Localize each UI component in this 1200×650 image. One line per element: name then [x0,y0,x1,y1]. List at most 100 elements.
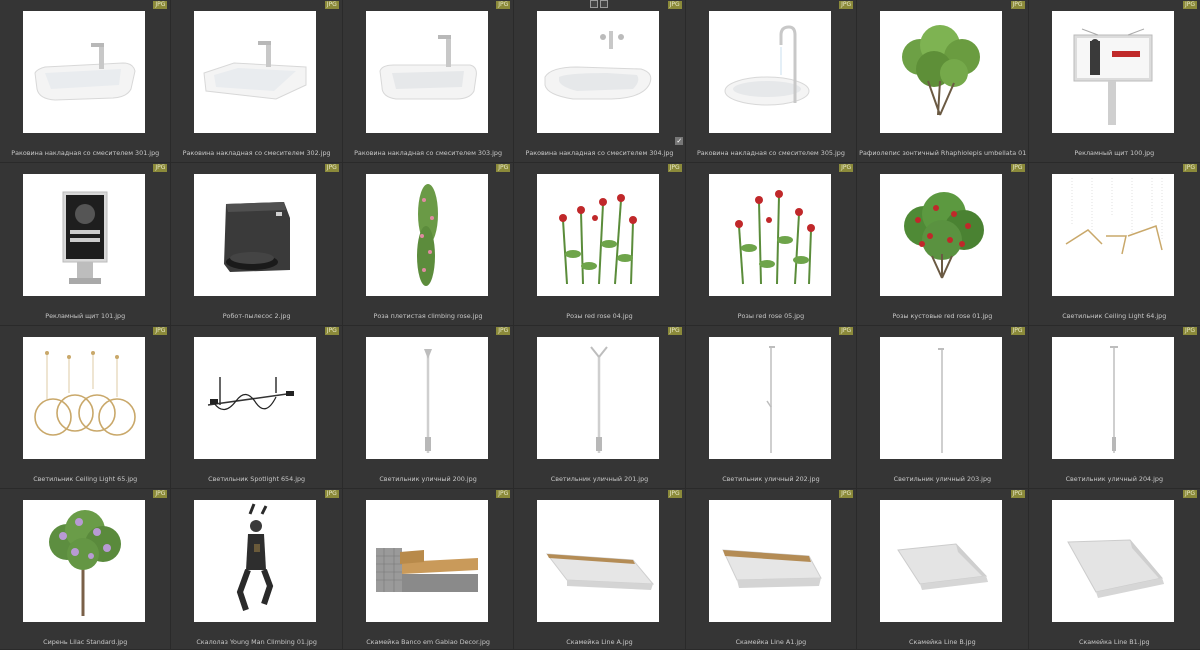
thumbnail-tile[interactable]: JPG Раковина накладная со смесителем 302… [171,0,343,163]
ceiling-light-icon[interactable] [1051,174,1174,296]
gabion-bench-icon[interactable] [365,500,488,622]
file-name: Светильник уличный 201.jpg [550,475,649,483]
bench-icon[interactable] [708,500,831,622]
file-name: Розы red rose 05.jpg [737,312,805,320]
jpg-badge: JPG [667,327,682,335]
street-light-icon[interactable] [708,337,831,459]
file-name: Скамейка Line B1.jpg [1078,638,1150,646]
stone-bench-icon[interactable] [1051,500,1174,622]
thumbnail-tile[interactable]: JPG Скамейка Line B.jpg [857,489,1029,650]
thumbnail-tile[interactable]: JPG Скалолаз Young Man Climbing 01.jpg [171,489,343,650]
thumbnail-tile[interactable]: JPG ✓ Раковина накладная со смесителем 3… [514,0,686,163]
thumbnail-tile[interactable]: JPG Светильник уличный 201.jpg [514,326,686,489]
street-light-icon[interactable] [1051,337,1174,459]
jpg-badge: JPG [496,164,511,172]
jpg-badge: JPG [667,490,682,498]
file-name: Робот-пылесос 2.jpg [222,312,291,320]
thumbnail-tile[interactable]: JPG Раковина накладная со смесителем 305… [685,0,858,163]
thumbnail-tile[interactable]: JPG Скамейка Line A1.jpg [685,489,858,650]
thumbnail-tile[interactable]: JPG Светильник уличный 200.jpg [342,326,515,489]
thumbnail-tile[interactable]: JPG Робот-пылесос 2.jpg [171,163,343,326]
jpg-badge: JPG [667,164,682,172]
jpg-badge: JPG [839,327,854,335]
street-light-icon[interactable] [880,337,1003,459]
frame-icon[interactable] [590,0,599,8]
thumbnail-tile[interactable]: JPG Светильник Ceiling Light 64.jpg [1028,163,1200,326]
jpg-badge: JPG [1182,490,1197,498]
thumbnail-tile[interactable]: JPG Розы [685,163,858,326]
spotlight-icon[interactable] [194,337,317,459]
jpg-badge: JPG [839,1,854,9]
sink-icon[interactable] [23,11,145,133]
street-light-icon[interactable] [537,337,660,459]
thumbnail-tile[interactable]: JPG Раковина накладная со смесителем 303… [342,0,515,163]
jpg-badge: JPG [1010,1,1025,9]
thumbnail-tile[interactable]: JPG Скамейка Line A.jpg [514,489,686,650]
jpg-badge: JPG [496,327,511,335]
jpg-badge: JPG [153,164,168,172]
thumbnail-tile[interactable]: JPG Светильник Ceiling Light 65.jpg [0,326,172,489]
sink-icon[interactable] [708,11,831,133]
thumbnail-tile[interactable]: JPG Рекламный щит 101.jpg [0,163,172,326]
jpg-badge: JPG [839,490,854,498]
thumbnail-tile[interactable]: JPG Розы [514,163,686,326]
jpg-badge: JPG [153,327,168,335]
file-name: Раковина накладная со смесителем 305.jpg [696,149,845,157]
jpg-badge: JPG [1010,490,1025,498]
jpg-badge: JPG [1182,164,1197,172]
file-name: Светильник Ceiling Light 65.jpg [33,475,138,483]
billboard-icon[interactable] [1051,11,1174,133]
jpg-badge: JPG [324,164,339,172]
street-light-icon[interactable] [365,337,488,459]
roses-icon[interactable] [708,174,831,296]
jpg-badge: JPG [153,1,168,9]
poster-stand-icon[interactable] [23,174,145,296]
jpg-badge: JPG [324,1,339,9]
ring-light-icon[interactable] [23,337,145,459]
bench-icon[interactable] [537,500,660,622]
lilac-tree-icon[interactable] [23,500,145,622]
thumbnail-tile[interactable]: JPG Рафиолепис зонтичный Rhaphiolepis um… [857,0,1029,163]
roses-icon[interactable] [537,174,660,296]
thumbnail-tile[interactable]: JPG Роза плетистая climbing rose.jpg [342,163,515,326]
sink-icon[interactable] [194,11,317,133]
jpg-badge: JPG [1010,327,1025,335]
thumbnail-tile[interactable]: JPG Сирень Lilac Standard.jpg [0,489,172,650]
robot-vacuum-icon[interactable] [194,174,317,296]
file-name: Рафиолепис зонтичный Rhaphiolepis umbell… [859,149,1026,157]
file-name: Светильник уличный 203.jpg [893,475,992,483]
jpg-badge: JPG [1182,327,1197,335]
selection-tools [590,0,609,8]
file-name: Светильник Ceiling Light 64.jpg [1062,312,1167,320]
thumbnail-tile[interactable]: JPG Светильник уличный 204.jpg [1028,326,1200,489]
climber-icon[interactable] [194,500,317,622]
file-name: Роза плетистая climbing rose.jpg [373,312,483,320]
thumbnail-tile[interactable]: JPG Рекламный щит 100.jpg [1028,0,1200,163]
jpg-badge: JPG [324,490,339,498]
file-name: Рекламный щит 101.jpg [45,312,126,320]
jpg-badge: JPG [153,490,168,498]
thumbnail-tile[interactable]: JPG Светильник уличный 203.jpg [857,326,1029,489]
file-name: Раковина накладная со смесителем 301.jpg [11,149,160,157]
file-name: Скалолаз Young Man Climbing 01.jpg [196,638,317,646]
file-name: Раковина накладная со смесителем 304.jpg [525,149,674,157]
thumbnail-tile[interactable]: JPG Розы кустовые red rose 01.jpg [857,163,1029,326]
file-name: Светильник Spotlight 654.jpg [208,475,306,483]
thumbnail-tile[interactable]: JPG Светильник Spotlight 654.jpg [171,326,343,489]
sink-icon[interactable] [365,11,488,133]
jpg-badge: JPG [667,1,682,9]
thumbnail-tile[interactable]: JPG Светильник уличный 202.jpg [685,326,858,489]
jpg-badge: JPG [839,164,854,172]
climbing-rose-icon[interactable] [365,174,488,296]
rose-bush-icon[interactable] [880,174,1003,296]
edit-icon[interactable] [600,0,609,8]
thumbnail-tile[interactable]: JPG Скамейка Banco em Gabiao Decor.jpg [342,489,515,650]
thumbnail-tile[interactable]: JPG Раковина накладная со смесителем 301… [0,0,172,163]
checkbox-checked-icon[interactable]: ✓ [675,137,684,145]
shrub-icon[interactable] [880,11,1003,133]
stone-bench-icon[interactable] [880,500,1003,622]
jpg-badge: JPG [1010,164,1025,172]
sink-icon[interactable] [537,11,660,133]
file-name: Скамейка Line B.jpg [909,638,976,646]
thumbnail-tile[interactable]: JPG Скамейка Line B1.jpg [1028,489,1200,650]
